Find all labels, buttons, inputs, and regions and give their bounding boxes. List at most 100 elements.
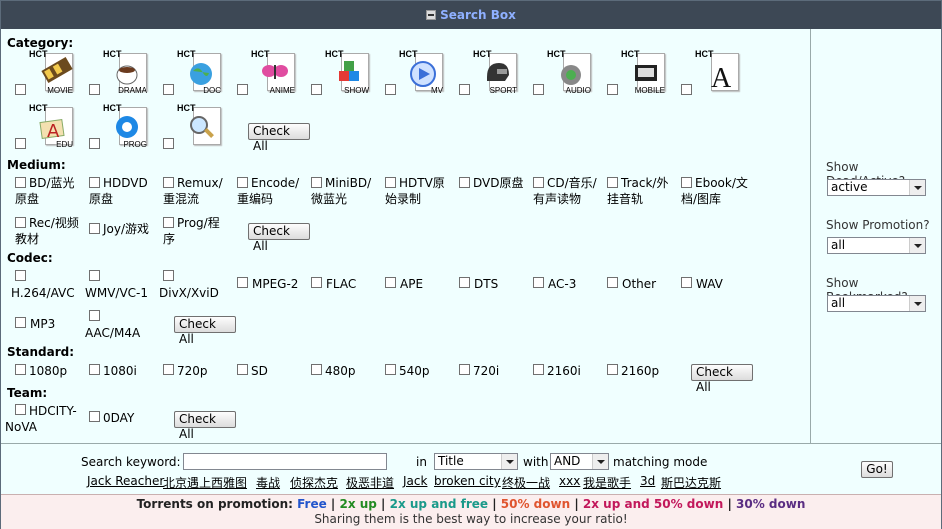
colored-cubes-icon[interactable]: HCT SHOW <box>325 49 371 95</box>
coffee-cup-icon[interactable]: HCT DRAMA <box>103 49 149 95</box>
globe-icon[interactable]: HCT DOC <box>177 49 223 95</box>
checkbox[interactable] <box>681 177 692 188</box>
checkbox[interactable] <box>237 277 248 288</box>
category-name-label: DOC <box>203 86 221 95</box>
category-name-label: EDU <box>56 140 73 149</box>
checkbox[interactable] <box>385 364 396 375</box>
film-reel-icon[interactable]: HCT MOVIE <box>29 49 75 95</box>
hot-keyword-link[interactable]: xxx <box>559 474 580 488</box>
medium-option-line2: 重混流 <box>163 192 200 206</box>
check-all-button[interactable]: Check All <box>174 411 236 441</box>
checkbox[interactable] <box>385 277 396 288</box>
speaker-icon[interactable]: HCT AUDIO <box>547 49 593 95</box>
checkbox[interactable] <box>607 177 618 188</box>
checkbox[interactable] <box>163 270 174 281</box>
promotion-legend: Torrents on promotion: Free | 2x up | 2x… <box>1 497 941 511</box>
checkbox[interactable] <box>311 277 322 288</box>
checkbox[interactable] <box>15 317 26 328</box>
hot-keyword-link[interactable]: 北京遇上西雅图 <box>163 474 247 491</box>
checkbox[interactable] <box>459 364 470 375</box>
checkbox[interactable] <box>15 177 26 188</box>
search-field-select[interactable]: Title <box>434 453 518 470</box>
chevron-down-icon[interactable] <box>592 454 608 469</box>
checkbox[interactable] <box>163 84 174 95</box>
checkbox[interactable] <box>533 364 544 375</box>
hot-keyword-link[interactable]: 我是歌手 <box>583 474 631 491</box>
checkbox[interactable] <box>89 223 100 234</box>
checkbox[interactable] <box>607 277 618 288</box>
go-button[interactable]: Go! <box>861 461 893 478</box>
checkbox[interactable] <box>681 277 692 288</box>
hot-keyword-link[interactable]: 侦探杰克 <box>290 474 338 491</box>
magnifier-document-icon[interactable]: HCT <box>177 103 223 149</box>
checkbox[interactable] <box>533 277 544 288</box>
keyword-input[interactable] <box>183 453 387 470</box>
butterfly-icon[interactable]: HCT ANIME <box>251 49 297 95</box>
match-mode-select[interactable]: AND <box>550 453 609 470</box>
hot-keyword-link[interactable]: Jack Reacher <box>87 474 164 488</box>
checkbox[interactable] <box>163 217 174 228</box>
checkbox[interactable] <box>311 177 322 188</box>
check-all-button[interactable]: Check All <box>174 316 236 346</box>
promotion-separator: | <box>326 497 340 511</box>
chevron-down-icon[interactable] <box>909 296 925 311</box>
checkbox[interactable] <box>163 177 174 188</box>
check-all-button[interactable]: Check All <box>691 364 753 394</box>
letter-a-icon[interactable]: A HCT <box>695 49 741 95</box>
checkbox[interactable] <box>163 364 174 375</box>
checkbox[interactable] <box>89 138 100 149</box>
hot-keyword-link[interactable]: 毒战 <box>256 474 280 491</box>
checkbox[interactable] <box>311 84 322 95</box>
checkbox[interactable] <box>15 138 26 149</box>
checkbox[interactable] <box>89 364 100 375</box>
checkbox[interactable] <box>385 177 396 188</box>
checkbox[interactable] <box>459 177 470 188</box>
chevron-down-icon[interactable] <box>909 238 925 253</box>
category-name-label: MOBILE <box>634 86 665 95</box>
checkbox[interactable] <box>89 411 100 422</box>
hot-keyword-link[interactable]: 极恶非道 <box>346 474 394 491</box>
checkbox[interactable] <box>237 177 248 188</box>
checkbox[interactable] <box>15 84 26 95</box>
gear-icon[interactable]: HCT PROG <box>103 103 149 149</box>
search-box-header[interactable]: Search Box <box>1 1 941 29</box>
bookmarked-select[interactable]: all <box>827 295 926 312</box>
promotion-select[interactable]: all <box>827 237 926 254</box>
checkbox[interactable] <box>311 364 322 375</box>
checkbox[interactable] <box>15 364 26 375</box>
checkbox[interactable] <box>89 177 100 188</box>
checkbox[interactable] <box>89 310 100 321</box>
checkbox[interactable] <box>163 138 174 149</box>
hot-keyword-link[interactable]: 3d <box>640 474 655 488</box>
checkbox[interactable] <box>15 217 26 228</box>
hot-keyword-link[interactable]: 斯巴达克斯 <box>661 474 721 491</box>
hot-keyword-link[interactable]: 终极一战 <box>502 474 550 491</box>
play-disc-icon[interactable]: HCT MV <box>399 49 445 95</box>
medium-label: Medium: <box>7 158 66 172</box>
checkbox[interactable] <box>237 364 248 375</box>
checkbox[interactable] <box>459 84 470 95</box>
checkbox[interactable] <box>607 364 618 375</box>
hot-keyword-link[interactable]: Jack <box>403 474 427 488</box>
check-all-button[interactable]: Check All <box>248 223 310 253</box>
checkbox[interactable] <box>385 84 396 95</box>
chevron-down-icon[interactable] <box>909 180 925 195</box>
checkbox[interactable] <box>89 84 100 95</box>
check-all-button[interactable]: Check All <box>248 123 310 153</box>
checkbox[interactable] <box>15 270 26 281</box>
education-icon[interactable]: A HCT EDU <box>29 103 75 149</box>
checkbox[interactable] <box>533 84 544 95</box>
checkbox[interactable] <box>89 270 100 281</box>
checkbox[interactable] <box>681 84 692 95</box>
dead-active-select[interactable]: active <box>827 179 926 196</box>
checkbox[interactable] <box>533 177 544 188</box>
checkbox[interactable] <box>607 84 618 95</box>
phone-icon[interactable]: HCT MOBILE <box>621 49 667 95</box>
chevron-down-icon[interactable] <box>501 454 517 469</box>
checkbox[interactable] <box>459 277 470 288</box>
collapse-icon[interactable] <box>426 10 437 20</box>
checkbox[interactable] <box>237 84 248 95</box>
helmet-icon[interactable]: HCT SPORT <box>473 49 519 95</box>
hot-keyword-link[interactable]: broken city <box>434 474 501 488</box>
codec-option-label: APE <box>400 277 424 291</box>
